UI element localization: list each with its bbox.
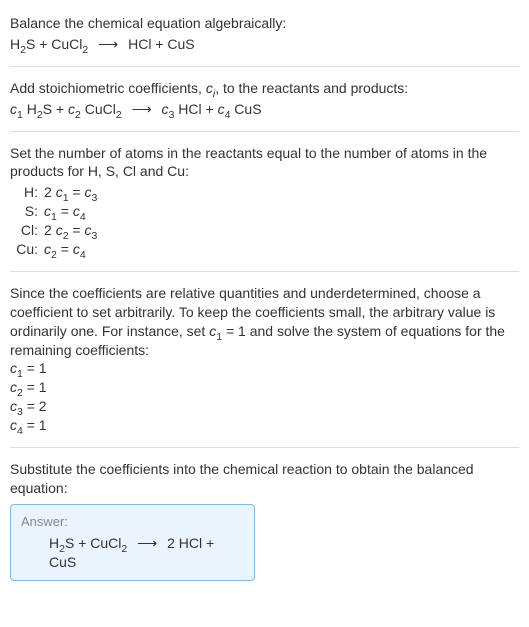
list-item: c4 = 1 bbox=[10, 416, 519, 435]
divider bbox=[10, 271, 519, 272]
eqn-lhs: H2S + CuCl2 bbox=[10, 36, 88, 52]
balanced-equation: H2S + CuCl2 ⟶ 2 HCl + CuS bbox=[21, 534, 244, 572]
atom-equation: c2 = c4 bbox=[44, 240, 103, 259]
step2-text: Add stoichiometric coefficients, ci, to … bbox=[10, 79, 519, 98]
answer-header: Answer: bbox=[21, 513, 244, 531]
step4-text: Since the coefficients are relative quan… bbox=[10, 284, 519, 360]
atom-equation: 2 c1 = c3 bbox=[44, 183, 103, 202]
list-item: c1 = 1 bbox=[10, 359, 519, 378]
table-row: S: c1 = c4 bbox=[10, 202, 103, 221]
step-balance-intro: Balance the chemical equation algebraica… bbox=[10, 8, 519, 60]
step-add-coefficients: Add stoichiometric coefficients, ci, to … bbox=[10, 73, 519, 125]
step1-text: Balance the chemical equation algebraica… bbox=[10, 14, 519, 33]
list-item: c3 = 2 bbox=[10, 397, 519, 416]
step2-equation: c1 H2S + c2 CuCl2 ⟶ c3 HCl + c4 CuS bbox=[10, 100, 519, 119]
divider bbox=[10, 66, 519, 67]
step-solve-coefficients: Since the coefficients are relative quan… bbox=[10, 278, 519, 441]
step5-text: Substitute the coefficients into the che… bbox=[10, 460, 519, 498]
step-atom-balance: Set the number of atoms in the reactants… bbox=[10, 138, 519, 265]
reaction-arrow-icon: ⟶ bbox=[132, 100, 152, 119]
table-row: Cl: 2 c2 = c3 bbox=[10, 221, 103, 240]
step1-equation: H2S + CuCl2 ⟶ HCl + CuS bbox=[10, 35, 519, 54]
atom-equation: c1 = c4 bbox=[44, 202, 103, 221]
list-item: c2 = 1 bbox=[10, 378, 519, 397]
coefficient-values: c1 = 1 c2 = 1 c3 = 2 c4 = 1 bbox=[10, 359, 519, 435]
step-final: Substitute the coefficients into the che… bbox=[10, 454, 519, 587]
atom-symbol: S: bbox=[10, 202, 44, 221]
reaction-arrow-icon: ⟶ bbox=[137, 534, 157, 553]
table-row: Cu: c2 = c4 bbox=[10, 240, 103, 259]
atom-symbol: H: bbox=[10, 183, 44, 202]
atom-equation: 2 c2 = c3 bbox=[44, 221, 103, 240]
atom-balance-table: H: 2 c1 = c3 S: c1 = c4 Cl: 2 c2 = c3 Cu… bbox=[10, 183, 103, 259]
answer-box: Answer: H2S + CuCl2 ⟶ 2 HCl + CuS bbox=[10, 504, 255, 581]
divider bbox=[10, 131, 519, 132]
atom-symbol: Cl: bbox=[10, 221, 44, 240]
eqn-rhs: HCl + CuS bbox=[128, 36, 195, 52]
step3-text: Set the number of atoms in the reactants… bbox=[10, 144, 519, 182]
atom-symbol: Cu: bbox=[10, 240, 44, 259]
divider bbox=[10, 447, 519, 448]
table-row: H: 2 c1 = c3 bbox=[10, 183, 103, 202]
reaction-arrow-icon: ⟶ bbox=[98, 35, 118, 54]
